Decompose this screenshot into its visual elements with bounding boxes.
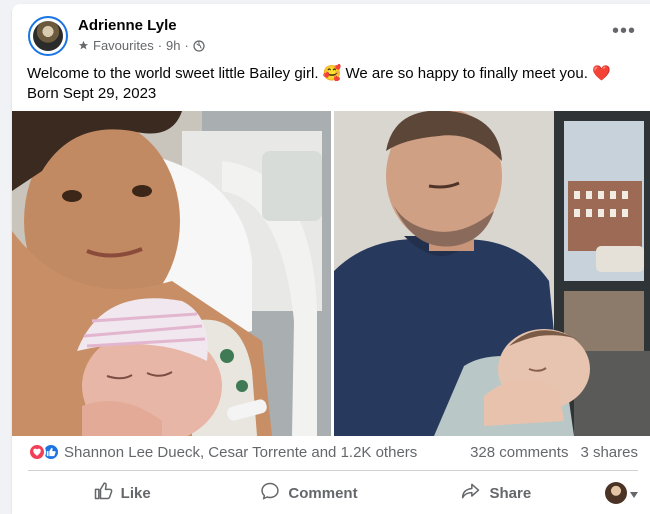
meta-separator: · [157, 38, 163, 53]
meta-separator: · [184, 38, 189, 53]
avatar-image [33, 21, 63, 51]
love-reaction-icon [28, 443, 46, 461]
post-meta: Favourites · 9h · [78, 38, 205, 53]
more-options-icon[interactable]: ••• [612, 21, 636, 41]
actions-divider [28, 470, 638, 471]
profile-avatar [604, 482, 627, 504]
author-avatar[interactable] [28, 16, 68, 56]
photo-father-baby[interactable] [334, 111, 650, 436]
like-button[interactable]: Like [28, 476, 215, 510]
post-text-line-1: Welcome to the world sweet little Bailey… [27, 65, 611, 82]
engagement-bar: Shannon Lee Dueck, Cesar Torrente and 1.… [28, 440, 638, 464]
photo-grid [12, 111, 650, 436]
reaction-icons[interactable] [28, 443, 60, 461]
post-text-line-2: Born Sept 29, 2023 [27, 85, 157, 102]
share-label: Share [489, 484, 532, 502]
comments-count[interactable]: 328 comments [470, 444, 568, 461]
share-button[interactable]: Share [403, 476, 590, 510]
like-label: Like [120, 484, 151, 502]
author-name[interactable]: Adrienne Lyle [78, 17, 177, 34]
photo-mother-baby[interactable] [12, 111, 331, 436]
post-header: Adrienne Lyle Favourites · 9h · ••• [28, 16, 650, 60]
post-card: Adrienne Lyle Favourites · 9h · ••• Welc… [12, 4, 650, 514]
post-text: Welcome to the world sweet little Bailey… [27, 64, 627, 104]
globe-icon[interactable] [193, 39, 205, 52]
comment-bubble-icon [260, 481, 280, 505]
star-icon [78, 40, 89, 51]
comment-label: Comment [288, 484, 358, 502]
thumbs-up-icon [93, 481, 113, 505]
action-bar: Like Comment Share [28, 476, 638, 510]
post-time[interactable]: 9h [166, 38, 180, 53]
reaction-profile-selector[interactable] [590, 476, 638, 510]
caret-down-icon [629, 485, 638, 502]
share-arrow-icon [461, 481, 481, 505]
audience-label[interactable]: Favourites [93, 38, 154, 53]
shares-count[interactable]: 3 shares [580, 444, 638, 461]
comment-button[interactable]: Comment [215, 476, 402, 510]
reactors-text[interactable]: Shannon Lee Dueck, Cesar Torrente and 1.… [64, 444, 417, 461]
engagement-counts: 328 comments 3 shares [470, 444, 638, 461]
